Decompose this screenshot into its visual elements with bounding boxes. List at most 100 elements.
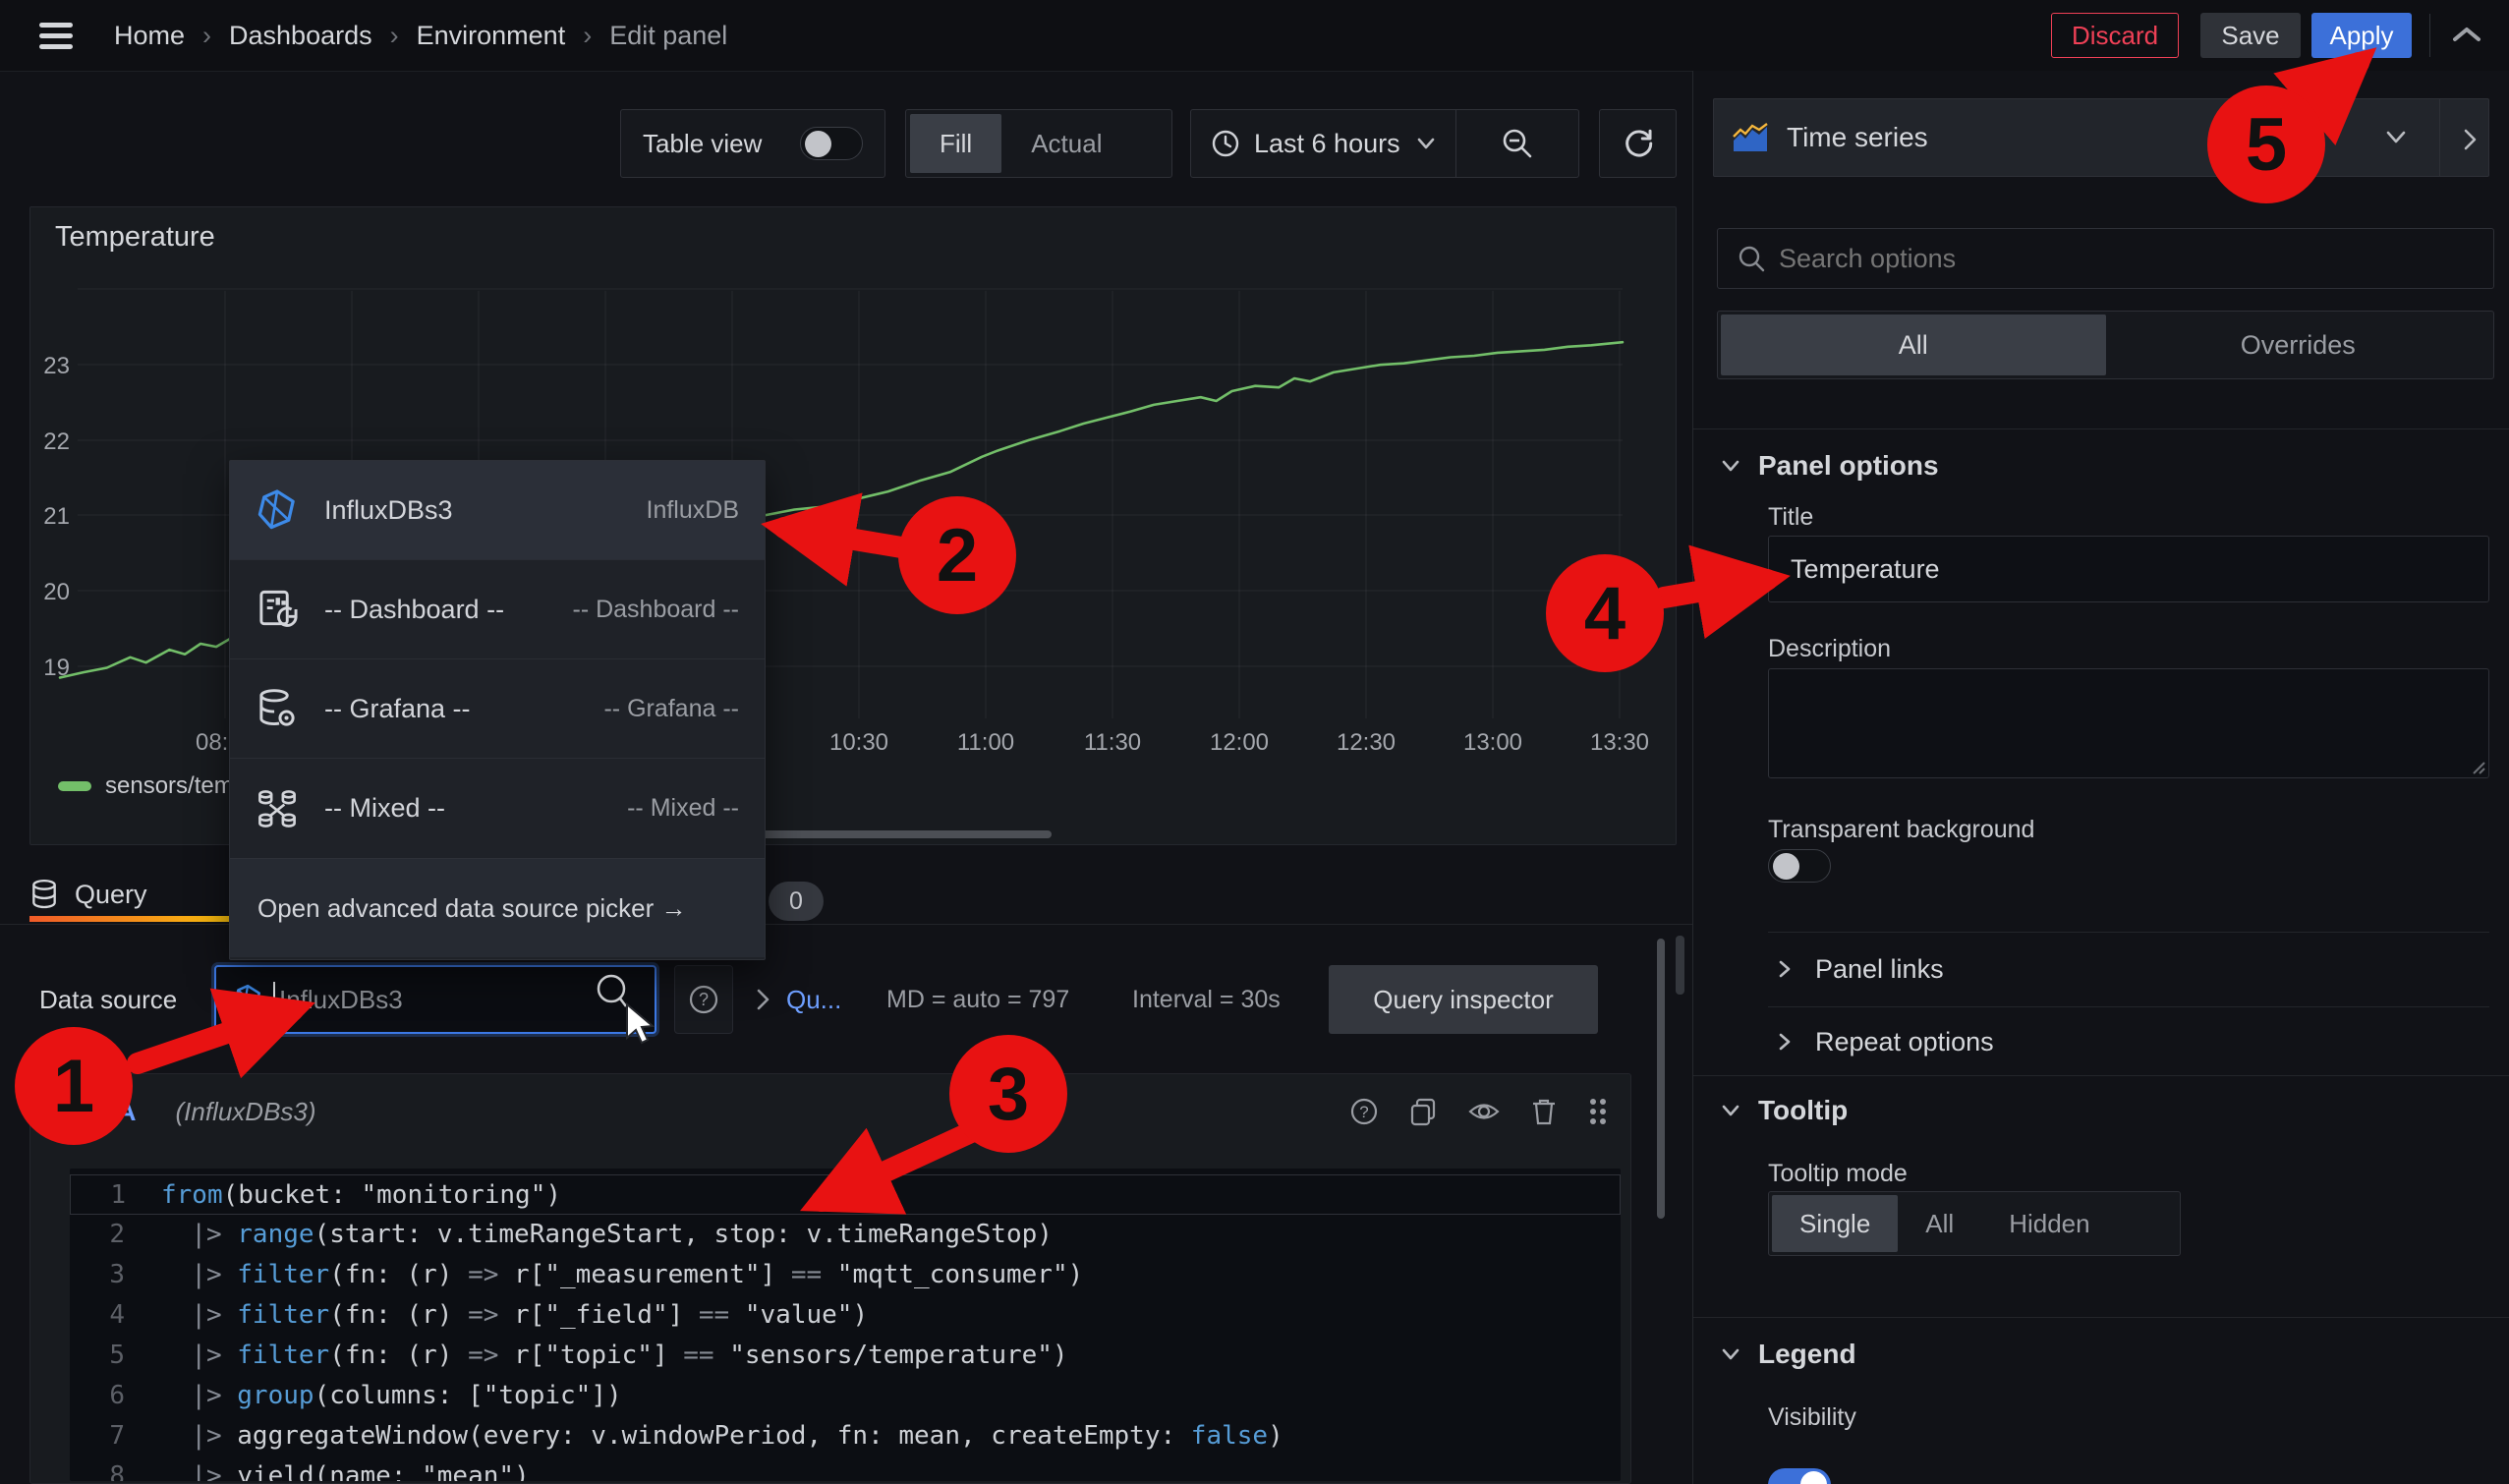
tooltip-section-header[interactable]: Tooltip xyxy=(1721,1089,1848,1132)
time-range-picker[interactable]: Last 6 hours xyxy=(1191,110,1455,177)
section-divider xyxy=(1693,1075,2509,1076)
transparent-background-toggle[interactable] xyxy=(1768,849,1831,883)
code-line-1[interactable]: 1from(bucket: "monitoring") xyxy=(70,1174,1621,1215)
datasource-help-button[interactable]: ? xyxy=(674,965,733,1034)
refresh-button[interactable] xyxy=(1599,109,1677,178)
viz-expand-chevron-icon[interactable] xyxy=(2461,127,2480,152)
inset-divider xyxy=(1768,932,2489,933)
code-line-6[interactable]: 6 |> group(columns: ["topic"]) xyxy=(70,1376,1621,1416)
code-line-8[interactable]: 8 |> yield(name: "mean") xyxy=(70,1456,1621,1481)
panel-links-label: Panel links xyxy=(1815,954,1944,985)
panel-description-textarea[interactable] xyxy=(1768,668,2489,778)
repeat-options-section-header[interactable]: Repeat options xyxy=(1778,1020,1994,1063)
tooltip-mode-single[interactable]: Single xyxy=(1772,1195,1898,1252)
breadcrumb-home[interactable]: Home xyxy=(114,21,185,51)
dropdown-item-grafana[interactable]: -- Grafana -- -- Grafana -- xyxy=(230,659,765,759)
code-line-2[interactable]: 2 |> range(start: v.timeRangeStart, stop… xyxy=(70,1215,1621,1255)
query-help-icon[interactable]: ? xyxy=(1349,1097,1379,1126)
tab-overrides[interactable]: Overrides xyxy=(2106,314,2491,375)
tab-all[interactable]: All xyxy=(1721,314,2106,375)
save-button[interactable]: Save xyxy=(2200,13,2301,58)
interval-text: Interval = 30s xyxy=(1132,986,1281,1014)
delete-query-trash-icon[interactable] xyxy=(1530,1097,1558,1126)
query-options-link[interactable]: Qu... xyxy=(786,985,841,1015)
table-view-toggle[interactable] xyxy=(800,127,863,160)
visibility-label: Visibility xyxy=(1768,1403,1856,1432)
dropdown-item-influxdb[interactable]: InfluxDBs3 InfluxDB xyxy=(230,461,765,560)
svg-text:11:00: 11:00 xyxy=(957,729,1014,756)
drag-handle-icon[interactable] xyxy=(1587,1096,1609,1127)
legend-visibility-toggle[interactable] xyxy=(1768,1468,1831,1484)
search-icon xyxy=(1738,245,1765,272)
hamburger-menu-icon[interactable] xyxy=(39,21,75,50)
tab-query[interactable]: Query xyxy=(29,865,147,924)
query-inspector-button[interactable]: Query inspector xyxy=(1329,965,1598,1034)
fill-option[interactable]: Fill xyxy=(910,114,1001,173)
legend-section-header[interactable]: Legend xyxy=(1721,1333,1856,1376)
item-label: -- Grafana -- xyxy=(324,694,471,724)
tooltip-label: Tooltip xyxy=(1758,1095,1848,1126)
duplicate-query-icon[interactable] xyxy=(1408,1097,1438,1126)
data-source-value: InfluxDBs3 xyxy=(279,985,403,1015)
breadcrumb-environment[interactable]: Environment xyxy=(417,21,566,51)
query-ref-id: A xyxy=(117,1097,137,1127)
options-sidebar: Time series All Overrides Panel options xyxy=(1692,71,2509,1484)
query-datasource-name: (InfluxDBs3) xyxy=(176,1097,316,1127)
flux-code-editor[interactable]: 1from(bucket: "monitoring")2 |> range(st… xyxy=(70,1169,1621,1481)
panel-links-section-header[interactable]: Panel links xyxy=(1778,947,1944,991)
svg-text:20: 20 xyxy=(43,579,70,605)
toggle-knob xyxy=(805,131,831,157)
dashboard-datasource-icon xyxy=(256,588,299,631)
code-line-3[interactable]: 3 |> filter(fn: (r) => r["_measurement"]… xyxy=(70,1255,1621,1295)
breadcrumb-dashboards[interactable]: Dashboards xyxy=(229,21,372,51)
table-view-label: Table view xyxy=(643,129,762,159)
collapse-chevron-icon[interactable] xyxy=(52,1104,74,1119)
active-tab-underline xyxy=(29,916,248,922)
badge-count: 0 xyxy=(789,887,803,916)
svg-text:23: 23 xyxy=(43,353,70,379)
code-line-4[interactable]: 4 |> filter(fn: (r) => r["_field"] == "v… xyxy=(70,1295,1621,1336)
svg-text:12:00: 12:00 xyxy=(1210,729,1269,756)
dropdown-item-mixed[interactable]: -- Mixed -- -- Mixed -- xyxy=(230,759,765,858)
textarea-resize-handle[interactable] xyxy=(2470,759,2485,774)
chevron-down-icon xyxy=(1416,137,1436,150)
actual-option[interactable]: Actual xyxy=(1001,114,1131,173)
zoom-out-button[interactable] xyxy=(1456,110,1578,177)
options-search[interactable] xyxy=(1717,228,2494,289)
chevron-down-icon xyxy=(1721,1104,1740,1117)
database-icon xyxy=(29,879,59,910)
table-view-control: Table view xyxy=(620,109,885,178)
code-line-5[interactable]: 5 |> filter(fn: (r) => r["topic"] == "se… xyxy=(70,1336,1621,1376)
breadcrumb-separator: › xyxy=(583,21,592,51)
vertical-scrollbar[interactable] xyxy=(1657,939,1665,1219)
collapse-chevron-up-icon[interactable] xyxy=(2450,24,2483,47)
dropdown-item-dashboard[interactable]: -- Dashboard -- -- Dashboard -- xyxy=(230,560,765,659)
pane-resize-handle[interactable] xyxy=(739,830,1052,838)
data-source-input[interactable]: InfluxDBs3 xyxy=(214,965,656,1034)
breadcrumb-separator: › xyxy=(390,21,399,51)
fill-actual-segmented: Fill Actual xyxy=(905,109,1172,178)
visualization-picker[interactable]: Time series xyxy=(1713,98,2489,177)
panel-options-section-header[interactable]: Panel options xyxy=(1721,444,1939,487)
query-options-chevron-icon[interactable] xyxy=(755,987,772,1012)
tooltip-mode-hidden[interactable]: Hidden xyxy=(1981,1195,2117,1252)
influxdb-logo-icon xyxy=(256,488,299,532)
search-options-input[interactable] xyxy=(1779,244,2493,274)
mini-scrollbar[interactable] xyxy=(1676,936,1684,995)
item-type: -- Grafana -- xyxy=(603,695,739,723)
open-advanced-picker-link[interactable]: Open advanced data source picker → xyxy=(230,858,765,957)
panel-title-input[interactable] xyxy=(1768,536,2489,602)
zoom-out-icon xyxy=(1501,127,1534,160)
svg-text:13:30: 13:30 xyxy=(1590,729,1649,756)
discard-button[interactable]: Discard xyxy=(2051,13,2179,58)
tooltip-mode-all[interactable]: All xyxy=(1898,1195,1981,1252)
hide-query-eye-icon[interactable] xyxy=(1467,1097,1501,1126)
apply-button[interactable]: Apply xyxy=(2311,13,2412,58)
query-row-header[interactable]: A (InfluxDBs3) ? xyxy=(30,1074,1630,1149)
breadcrumb: Home › Dashboards › Environment › Edit p… xyxy=(114,0,727,71)
code-line-7[interactable]: 7 |> aggregateWindow(every: v.windowPeri… xyxy=(70,1416,1621,1456)
toggle-knob xyxy=(1800,1471,1827,1484)
svg-text:?: ? xyxy=(699,990,709,1009)
legend-series-swatch xyxy=(58,781,91,791)
grafana-datasource-icon xyxy=(256,687,299,730)
